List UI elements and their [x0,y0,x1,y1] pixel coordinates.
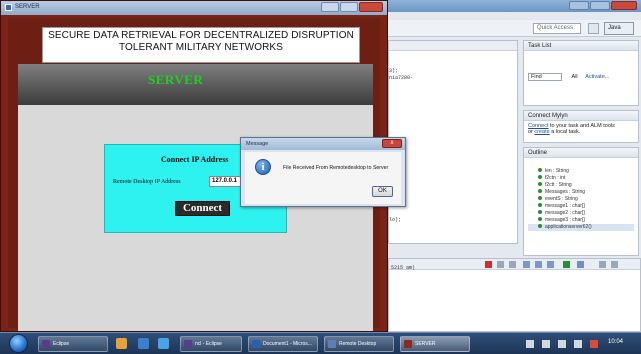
server-window-title: SERVER [15,4,40,10]
maximize-button[interactable] [340,2,358,12]
taskbar-item-word[interactable]: Document1 - Micros... [248,336,318,352]
message-titlebar[interactable]: Message x [241,138,405,150]
close-button[interactable] [359,2,383,12]
app-icon [5,4,12,11]
outline-item[interactable]: message3 : char[] [528,217,634,224]
mylyn-title: Connect Mylyn [524,111,638,121]
connect-button[interactable]: Connect [175,201,230,216]
eclipse-icon [184,340,192,348]
show-hidden-icon[interactable] [526,340,534,348]
volume-icon[interactable] [574,340,582,348]
activate-link[interactable]: Activate... [585,74,609,80]
connect-ip-title: Connect IP Address [161,155,229,164]
project-title-line1: SECURE DATA RETRIEVAL FOR DECENTRALIZED … [48,30,354,41]
network-icon[interactable] [558,340,566,348]
action-center-icon[interactable] [542,340,550,348]
outline-item[interactable]: len : String [528,168,634,175]
media-player-icon[interactable] [138,338,149,349]
mylyn-text: or [528,129,533,135]
remote-ip-input[interactable]: 127.0.0.1 [209,176,243,187]
start-button[interactable] [9,334,28,353]
java-app-icon [404,340,412,348]
pin-console-icon[interactable] [547,261,554,268]
editor-tabbar [389,41,517,51]
editor-text: nia7280- [389,75,414,81]
quick-access-input[interactable]: Quick Access [533,23,581,34]
outline-item[interactable]: f2ctt : String [528,182,634,189]
minimize-button[interactable] [569,1,589,10]
maximize-button[interactable] [590,1,610,10]
browser-icon[interactable] [158,338,169,349]
outline-view: Outline len : String f2ctn : int f2ctt :… [523,147,639,256]
taskbar-item-remote-desktop[interactable]: Remote Desktop [324,336,394,352]
taskbar-item-eclipse[interactable]: Eclipse [38,336,108,352]
message-body: i File Received From Remotedesktop to Se… [245,152,401,204]
info-icon: i [255,159,271,175]
project-title-banner: SECURE DATA RETRIEVAL FOR DECENTRALIZED … [42,27,360,63]
editor-text: lo); [389,217,402,223]
outline-item[interactable]: eventS : String [528,196,634,203]
minimize-button[interactable] [321,2,339,12]
message-text: File Received From Remotedesktop to Serv… [283,165,389,171]
taskbar-item-ncl-eclipse[interactable]: ncl - Eclipse [180,336,242,352]
java-perspective-button[interactable]: Java [604,22,634,35]
server-titlebar[interactable]: SERVER [1,1,387,15]
taskbar: Eclipse ncl - Eclipse Document1 - Micros… [0,332,641,354]
code-editor[interactable]: 3); nia7280- lo); [388,40,518,244]
minimize-view-icon[interactable] [599,261,606,268]
console-view: 5215 am) [388,258,641,332]
eclipse-icon [42,340,50,348]
remote-ip-label: Remote Desktop IP Address [113,179,181,185]
word-icon [252,340,260,348]
open-perspective-icon[interactable] [588,23,599,34]
mylyn-view: Connect Mylyn Connect to your task and A… [523,110,639,143]
scroll-lock-icon[interactable] [523,261,530,268]
message-close-button[interactable]: x [382,139,402,148]
outline-item[interactable]: message2 : char[] [528,210,634,217]
all-filter[interactable]: All [572,74,578,80]
find-input[interactable]: Find [528,73,562,81]
server-header: SERVER [18,64,373,105]
outline-item[interactable]: f2ctn : int [528,175,634,182]
message-title: Message [246,141,269,147]
remove-launch-icon[interactable] [497,261,504,268]
folder-icon[interactable] [116,338,127,349]
right-views: Task List Find All Activate... Connect M… [523,40,641,256]
task-list-view: Task List Find All Activate... [523,40,639,106]
outline-title: Outline [524,148,638,158]
console-output: 5215 am) [391,265,416,271]
terminate-icon[interactable] [485,261,492,268]
maximize-view-icon[interactable] [611,261,618,268]
display-console-icon[interactable] [563,261,570,268]
editor-text: 3); [389,68,399,74]
alert-icon[interactable] [590,340,598,348]
taskbar-item-label: Eclipse [53,341,70,347]
remote-desktop-icon [328,340,336,348]
taskbar-item-label: Remote Desktop [339,341,377,347]
taskbar-clock[interactable]: 10:04 [608,339,623,345]
taskbar-item-label: Document1 - Micros... [263,341,312,347]
server-window-controls [321,2,383,12]
close-button[interactable] [611,1,637,10]
word-wrap-icon[interactable] [535,261,542,268]
eclipse-window-controls [569,1,637,10]
eclipse-toolbar: Quick Access Java [388,20,641,37]
system-tray [520,337,608,351]
outline-item[interactable]: applicationserver62() [528,224,634,231]
server-heading: SERVER [148,72,204,87]
taskbar-item-label: ncl - Eclipse [195,341,222,347]
mylyn-text: a local task. [551,129,581,135]
outline-item[interactable]: Messages : String [528,189,634,196]
project-title-line2: TOLERANT MILITARY NETWORKS [119,42,283,53]
open-console-icon[interactable] [577,261,584,268]
mylyn-create-link[interactable]: create [534,129,549,135]
taskbar-item-label: SERVER [415,341,436,347]
message-dialog: Message x i File Received From Remotedes… [240,137,406,207]
task-list-title: Task List [524,41,638,51]
taskbar-item-server[interactable]: SERVER [400,336,470,352]
ok-button[interactable]: OK [372,186,393,197]
console-toolbar [389,259,640,270]
outline-item[interactable]: message1 : char[] [528,203,634,210]
remove-all-icon[interactable] [509,261,516,268]
